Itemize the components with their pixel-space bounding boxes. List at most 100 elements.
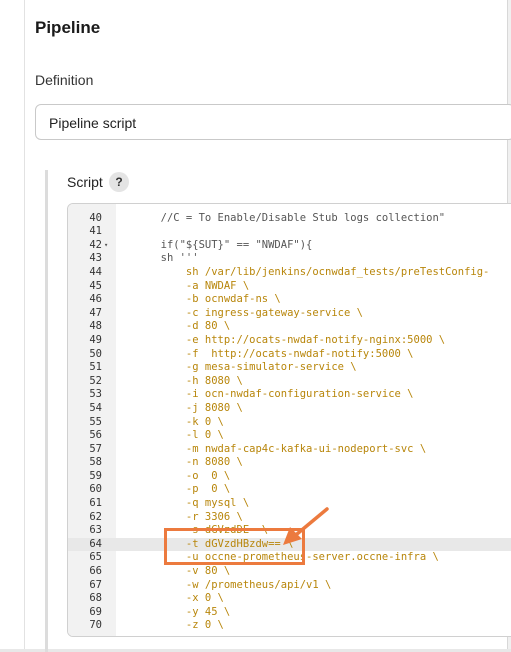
line-number: 70 [89, 619, 102, 632]
line-number: 60 [89, 483, 102, 496]
code-text: -q mysql \ [148, 497, 250, 510]
code-line[interactable]: 40 //C = To Enable/Disable Stub logs col… [68, 212, 511, 226]
code-line[interactable]: 70 -z 0 \ [68, 619, 511, 633]
line-number: 44 [89, 265, 102, 278]
line-number: 45 [89, 279, 102, 292]
line-number: 42 [89, 238, 102, 251]
code-text: -w /prometheus/api/v1 \ [148, 578, 332, 591]
line-number: 47 [89, 306, 102, 319]
code-line[interactable]: 62 -r 3306 \ [68, 511, 511, 525]
code-line[interactable]: 52 -h 8080 \ [68, 375, 511, 389]
code-line[interactable]: 49 -e http://ocats-nwdaf-notify-nginx:50… [68, 334, 511, 348]
code-text: -k 0 \ [148, 415, 224, 428]
line-number: 57 [89, 442, 102, 455]
code-text: -d 80 \ [148, 320, 231, 333]
line-number: 41 [89, 225, 102, 238]
line-number: 68 [89, 592, 102, 605]
code-text: -a NWDAF \ [148, 279, 250, 292]
code-text: -t dGVzdHBzdw== \ [148, 537, 294, 550]
code-line[interactable]: 50 -f http://ocats-nwdaf-notify:5000 \ [68, 348, 511, 362]
code-text: -p 0 \ [148, 483, 231, 496]
code-line[interactable]: 54 -j 8080 \ [68, 402, 511, 416]
line-number: 48 [89, 320, 102, 333]
code-text: -y 45 \ [148, 605, 231, 618]
line-number: 51 [89, 361, 102, 374]
code-text: sh /var/lib/jenkins/ocnwdaf_tests/preTes… [148, 265, 490, 278]
line-number: 61 [89, 497, 102, 510]
code-line[interactable]: 60 -p 0 \ [68, 483, 511, 497]
code-text: -i ocn-nwdaf-configuration-service \ [148, 388, 414, 401]
line-number: 65 [89, 551, 102, 564]
code-text: -e http://ocats-nwdaf-notify-nginx:5000 … [148, 333, 446, 346]
code-line[interactable]: 57 -m nwdaf-cap4c-kafka-ui-nodeport-svc … [68, 443, 511, 457]
code-line[interactable]: 67 -w /prometheus/api/v1 \ [68, 579, 511, 593]
script-label: Script [67, 174, 103, 190]
code-line[interactable]: 65 -u occne-prometheus-server.occne-infr… [68, 551, 511, 565]
code-line[interactable]: 55 -k 0 \ [68, 416, 511, 430]
line-number: 62 [89, 510, 102, 523]
code-line[interactable]: 51 -g mesa-simulator-service \ [68, 361, 511, 375]
code-line[interactable]: 47 -c ingress-gateway-service \ [68, 307, 511, 321]
code-line[interactable]: 56 -l 0 \ [68, 429, 511, 443]
fold-toggle-icon[interactable]: ▾ [104, 239, 108, 253]
line-number: 49 [89, 333, 102, 346]
script-editor[interactable]: 40 //C = To Enable/Disable Stub logs col… [67, 203, 511, 637]
line-number: 55 [89, 415, 102, 428]
code-text: -v 80 \ [148, 565, 231, 578]
line-number: 43 [89, 252, 102, 265]
code-text: -m nwdaf-cap4c-kafka-ui-nodeport-svc \ [148, 442, 427, 455]
code-text: -g mesa-simulator-service \ [148, 361, 357, 374]
line-number: 50 [89, 347, 102, 360]
code-line[interactable]: 59 -o 0 \ [68, 470, 511, 484]
code-text: //C = To Enable/Disable Stub logs collec… [148, 211, 446, 224]
line-number: 63 [89, 524, 102, 537]
code-text: -r 3306 \ [148, 510, 243, 523]
definition-select-value: Pipeline script [49, 115, 137, 131]
code-line[interactable]: 63 -s dGVzdDE= \ [68, 524, 511, 538]
code-line[interactable]: 64 -t dGVzdHBzdw== \ [68, 537, 511, 552]
code-text: -n 8080 \ [148, 456, 243, 469]
code-line[interactable]: 68 -x 0 \ [68, 592, 511, 606]
code-line[interactable] [68, 204, 511, 212]
code-line[interactable]: 69 -y 45 \ [68, 606, 511, 620]
code-line[interactable]: 42 ▾ if("${SUT}" == "NWDAF"){ [68, 239, 511, 253]
definition-select[interactable]: Pipeline script [35, 104, 511, 140]
code-text: -u occne-prometheus-server.occne-infra \ [148, 551, 439, 564]
code-text: sh ''' [148, 252, 199, 265]
code-line[interactable]: 48 -d 80 \ [68, 320, 511, 334]
help-icon[interactable]: ? [109, 172, 129, 192]
code-text: -x 0 \ [148, 592, 224, 605]
code-line[interactable]: 41 [68, 225, 511, 239]
code-text: -z 0 \ [148, 619, 224, 632]
line-number: 46 [89, 293, 102, 306]
line-number: 67 [89, 578, 102, 591]
line-number: 64 [89, 537, 102, 550]
script-section-bar [45, 170, 48, 652]
line-number: 52 [89, 374, 102, 387]
line-number: 56 [89, 429, 102, 442]
definition-label: Definition [35, 72, 94, 88]
line-number: 66 [89, 565, 102, 578]
line-number: 58 [89, 456, 102, 469]
code-line[interactable]: 43 sh ''' [68, 252, 511, 266]
code-text: -f http://ocats-nwdaf-notify:5000 \ [148, 347, 414, 360]
code-line[interactable]: 53 -i ocn-nwdaf-configuration-service \ [68, 388, 511, 402]
code-line[interactable]: 61 -q mysql \ [68, 497, 511, 511]
line-number: 53 [89, 388, 102, 401]
code-lines[interactable]: 40 //C = To Enable/Disable Stub logs col… [68, 204, 511, 633]
code-line[interactable]: 46 -b ocnwdaf-ns \ [68, 293, 511, 307]
code-text: -l 0 \ [148, 429, 224, 442]
code-line[interactable]: 58 -n 8080 \ [68, 456, 511, 470]
section-title: Pipeline [35, 18, 101, 37]
code-line[interactable]: 45 -a NWDAF \ [68, 280, 511, 294]
code-line[interactable]: 44 sh /var/lib/jenkins/ocnwdaf_tests/pre… [68, 266, 511, 280]
code-text: -b ocnwdaf-ns \ [148, 293, 281, 306]
line-number: 59 [89, 469, 102, 482]
code-text: -o 0 \ [148, 469, 231, 482]
left-rail [0, 0, 25, 652]
code-line[interactable]: 66 -v 80 \ [68, 565, 511, 579]
code-text: -s dGVzdDE= \ [148, 524, 269, 537]
code-text: -j 8080 \ [148, 401, 243, 414]
code-text: -c ingress-gateway-service \ [148, 306, 363, 319]
